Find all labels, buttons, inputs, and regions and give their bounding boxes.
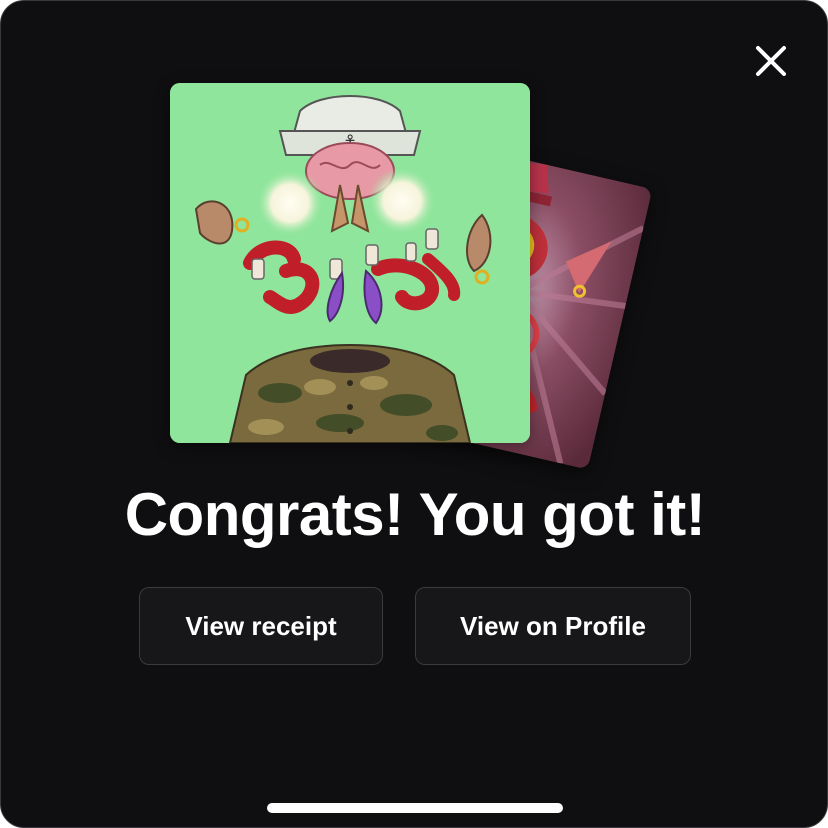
purchase-success-modal: ⚓ [0, 0, 828, 828]
view-receipt-label: View receipt [185, 610, 337, 641]
success-headline: Congrats! You got it! [124, 481, 706, 548]
view-receipt-button[interactable]: View receipt [139, 587, 383, 665]
close-icon [756, 46, 786, 76]
nft-artwork-front: ⚓ [170, 83, 530, 443]
view-on-profile-label: View on Profile [460, 610, 646, 641]
home-indicator [267, 803, 563, 813]
view-on-profile-button[interactable]: View on Profile [415, 587, 691, 665]
close-button[interactable] [749, 39, 793, 83]
